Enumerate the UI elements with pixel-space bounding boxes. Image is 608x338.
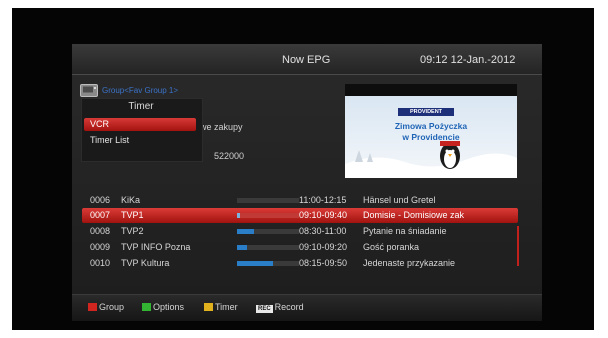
- program-title: Jedenaste przykazanie: [363, 258, 456, 268]
- provident-logo: PROVIDENT: [398, 108, 454, 116]
- key-timer[interactable]: Timer: [204, 302, 238, 312]
- key-record[interactable]: REC Record: [256, 302, 304, 313]
- program-time: 08:30-11:00: [299, 226, 347, 236]
- progress-fill: [237, 245, 247, 250]
- channel-number: 0007: [90, 210, 111, 220]
- channel-name: TVP2: [121, 226, 144, 236]
- channel-number: 0006: [90, 195, 111, 205]
- preview-text-line2: w Providencie: [402, 132, 460, 142]
- channel-row[interactable]: 0007 TVP1 09:10-09:40 Domisie - Domisiowe z…: [82, 208, 518, 223]
- preview-text-line1: Zimowa Pożyczka: [394, 121, 468, 131]
- green-key-icon: [142, 303, 151, 311]
- channel-number: 0010: [90, 258, 111, 268]
- progress-bar: [237, 261, 299, 266]
- key-record-label: Record: [274, 302, 304, 312]
- penguin-icon: [440, 141, 460, 169]
- channel-row[interactable]: 0008 TVP2 08:30-11:00 Pytanie na śniadanie: [82, 224, 518, 239]
- channel-number: 0009: [90, 242, 111, 252]
- key-group-label: Group: [99, 302, 125, 312]
- channel-name: TVP1: [121, 210, 144, 220]
- progress-bar: [237, 245, 299, 250]
- progress-bar: [237, 213, 299, 218]
- program-time: 09:10-09:40: [299, 210, 348, 220]
- channel-row[interactable]: 0010 TVP Kultura 08:15-09:50 Jedenaste przy…: [82, 256, 518, 271]
- video-preview: PROVIDENT Zimowa Pożyczka w Providencie: [345, 84, 517, 178]
- rec-badge-icon: REC: [256, 305, 273, 313]
- red-key-icon: [88, 303, 97, 311]
- key-options[interactable]: Options: [142, 302, 184, 312]
- program-title: Gość poranka: [363, 242, 420, 252]
- yellow-key-icon: [204, 303, 213, 311]
- channel-row[interactable]: 0009 TVP INFO Pozna 09:10-09:20 Gość porank…: [82, 240, 518, 255]
- key-options-label: Options: [153, 302, 185, 312]
- program-time: 08:15-09:50: [299, 258, 348, 268]
- progress-bar: [237, 198, 299, 203]
- program-title: Domisie - Domisiowe zak: [363, 210, 465, 220]
- event-info-value: 522000: [214, 151, 245, 161]
- channel-name: TVP INFO Pozna: [121, 242, 191, 252]
- clock: 09:12 12-Jan.-2012: [420, 54, 516, 66]
- channel-name: KiKa: [121, 195, 141, 205]
- popup-item-vcr[interactable]: VCR: [84, 118, 196, 131]
- program-title: Pytanie na śniadanie: [363, 226, 447, 236]
- channel-number: 0008: [90, 226, 111, 236]
- snowy-hills-image: [345, 150, 517, 178]
- channel-name: TVP Kultura: [121, 258, 170, 268]
- preview-top-band: [345, 84, 517, 96]
- scrollbar[interactable]: [517, 226, 519, 266]
- channel-row[interactable]: 0006 KiKa 11:00-12:15 Hänsel und Gretel: [82, 193, 518, 208]
- page-title: Now EPG: [282, 54, 331, 66]
- progress-fill: [237, 213, 241, 218]
- program-time: 11:00-12:15: [299, 195, 347, 205]
- tv-folder-icon: [80, 84, 98, 97]
- progress-fill: [237, 261, 273, 266]
- popup-title: Timer: [128, 101, 154, 112]
- key-timer-label: Timer: [215, 302, 238, 312]
- progress-bar: [237, 229, 299, 234]
- popup-item-timer-list[interactable]: Timer List: [84, 134, 196, 147]
- key-group[interactable]: Group: [88, 302, 124, 312]
- group-label[interactable]: Group<Fav Group 1>: [102, 86, 178, 95]
- progress-fill: [237, 229, 254, 234]
- event-info-line: we zakupy: [200, 122, 243, 132]
- program-time: 09:10-09:20: [299, 242, 348, 252]
- program-title: Hänsel und Gretel: [363, 195, 436, 205]
